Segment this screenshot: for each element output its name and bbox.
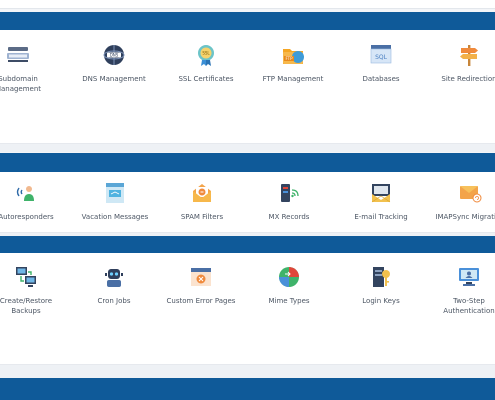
tool-autoresponders[interactable]: Autoresponders (0, 180, 74, 222)
tool-mx-records[interactable]: MX Records (241, 180, 337, 222)
tool-label: Subdomain Management (0, 75, 42, 93)
tool-custom-error-pages[interactable]: Custom Error Pages (153, 264, 249, 306)
tool-label: Custom Error Pages (166, 297, 236, 305)
tool-cron-jobs[interactable]: Cron Jobs (66, 264, 162, 306)
svg-text:DNS: DNS (110, 53, 119, 58)
tool-ssl-certificates[interactable]: SSL SSL Certificates (158, 42, 254, 84)
tool-two-step-authentication[interactable]: Two-Step Authentication (421, 264, 495, 316)
backup-icon (13, 264, 39, 290)
tool-vacation-messages[interactable]: Vacation Messages (67, 180, 163, 222)
tool-label: Cron Jobs (97, 297, 131, 305)
tool-label: Site Redirection (441, 75, 495, 83)
tool-databases[interactable]: SQL Databases (333, 42, 429, 84)
tool-imapsync-migration[interactable]: IMAPSync Migration (422, 180, 495, 222)
tool-label: Databases (362, 75, 400, 83)
tool-create-restore-backups[interactable]: Create/Restore Backups (0, 264, 74, 316)
tool-subdomain-management[interactable]: Subdomain Management (0, 42, 66, 94)
mx-records-icon (276, 180, 302, 206)
tool-label: Vacation Messages (81, 213, 149, 221)
tool-label: Create/Restore Backups (0, 297, 53, 315)
top-panel-edge (0, 0, 495, 9)
login-keys-icon (368, 264, 394, 290)
spam-filter-icon (189, 180, 215, 206)
tool-dns-management[interactable]: DNS DNS Management (66, 42, 162, 84)
section-panel-advanced: Create/Restore Backups Cron Jobs Custom … (0, 253, 495, 365)
section-header-advanced[interactable] (0, 236, 495, 253)
tool-email-tracking[interactable]: E-mail Tracking (333, 180, 429, 222)
tool-ftp-management[interactable]: FTP FTP Management (245, 42, 341, 84)
section-panel-domains: Subdomain Management DNS DNS Management … (0, 30, 495, 144)
tool-login-keys[interactable]: Login Keys (333, 264, 429, 306)
autoresponder-icon (13, 180, 39, 206)
tool-label: E-mail Tracking (354, 213, 408, 221)
vacation-message-icon (102, 180, 128, 206)
tool-label: Login Keys (362, 297, 400, 305)
cron-robot-icon (101, 264, 127, 290)
tool-site-redirection[interactable]: Site Redirection (421, 42, 495, 84)
two-step-auth-icon (456, 264, 482, 290)
section-header-email[interactable] (0, 153, 495, 172)
svg-text:FTP: FTP (285, 56, 293, 61)
tool-label: Mime Types (268, 297, 310, 305)
svg-text:SQL: SQL (375, 54, 388, 61)
mime-types-icon (276, 264, 302, 290)
signpost-icon (456, 42, 482, 68)
tool-mime-types[interactable]: Mime Types (241, 264, 337, 306)
section-panel-email: Autoresponders Vacation Messages SPAM Fi… (0, 172, 495, 233)
dns-icon: DNS (101, 42, 127, 68)
subdomain-icon (5, 42, 31, 68)
tool-label: DNS Management (82, 75, 146, 83)
tool-label: FTP Management (262, 75, 324, 83)
ftp-folder-icon: FTP (280, 42, 306, 68)
error-page-icon (188, 264, 214, 290)
tool-label: SPAM Filters (180, 213, 224, 221)
tool-spam-filters[interactable]: SPAM Filters (154, 180, 250, 222)
section-header-domains[interactable] (0, 12, 495, 30)
svg-text:SSL: SSL (202, 51, 210, 56)
section-gap (0, 365, 495, 378)
ssl-certificate-icon: SSL (193, 42, 219, 68)
imapsync-icon (457, 180, 483, 206)
section-header-next[interactable] (0, 378, 495, 400)
tool-label: SSL Certificates (178, 75, 234, 83)
section-gap (0, 144, 495, 152)
tool-label: Autoresponders (0, 213, 54, 221)
tool-label: IMAPSync Migration (435, 213, 495, 221)
tool-label: MX Records (268, 213, 310, 221)
sql-database-icon: SQL (368, 42, 394, 68)
email-tracking-icon (368, 180, 394, 206)
tool-label: Two-Step Authentication (443, 297, 495, 315)
